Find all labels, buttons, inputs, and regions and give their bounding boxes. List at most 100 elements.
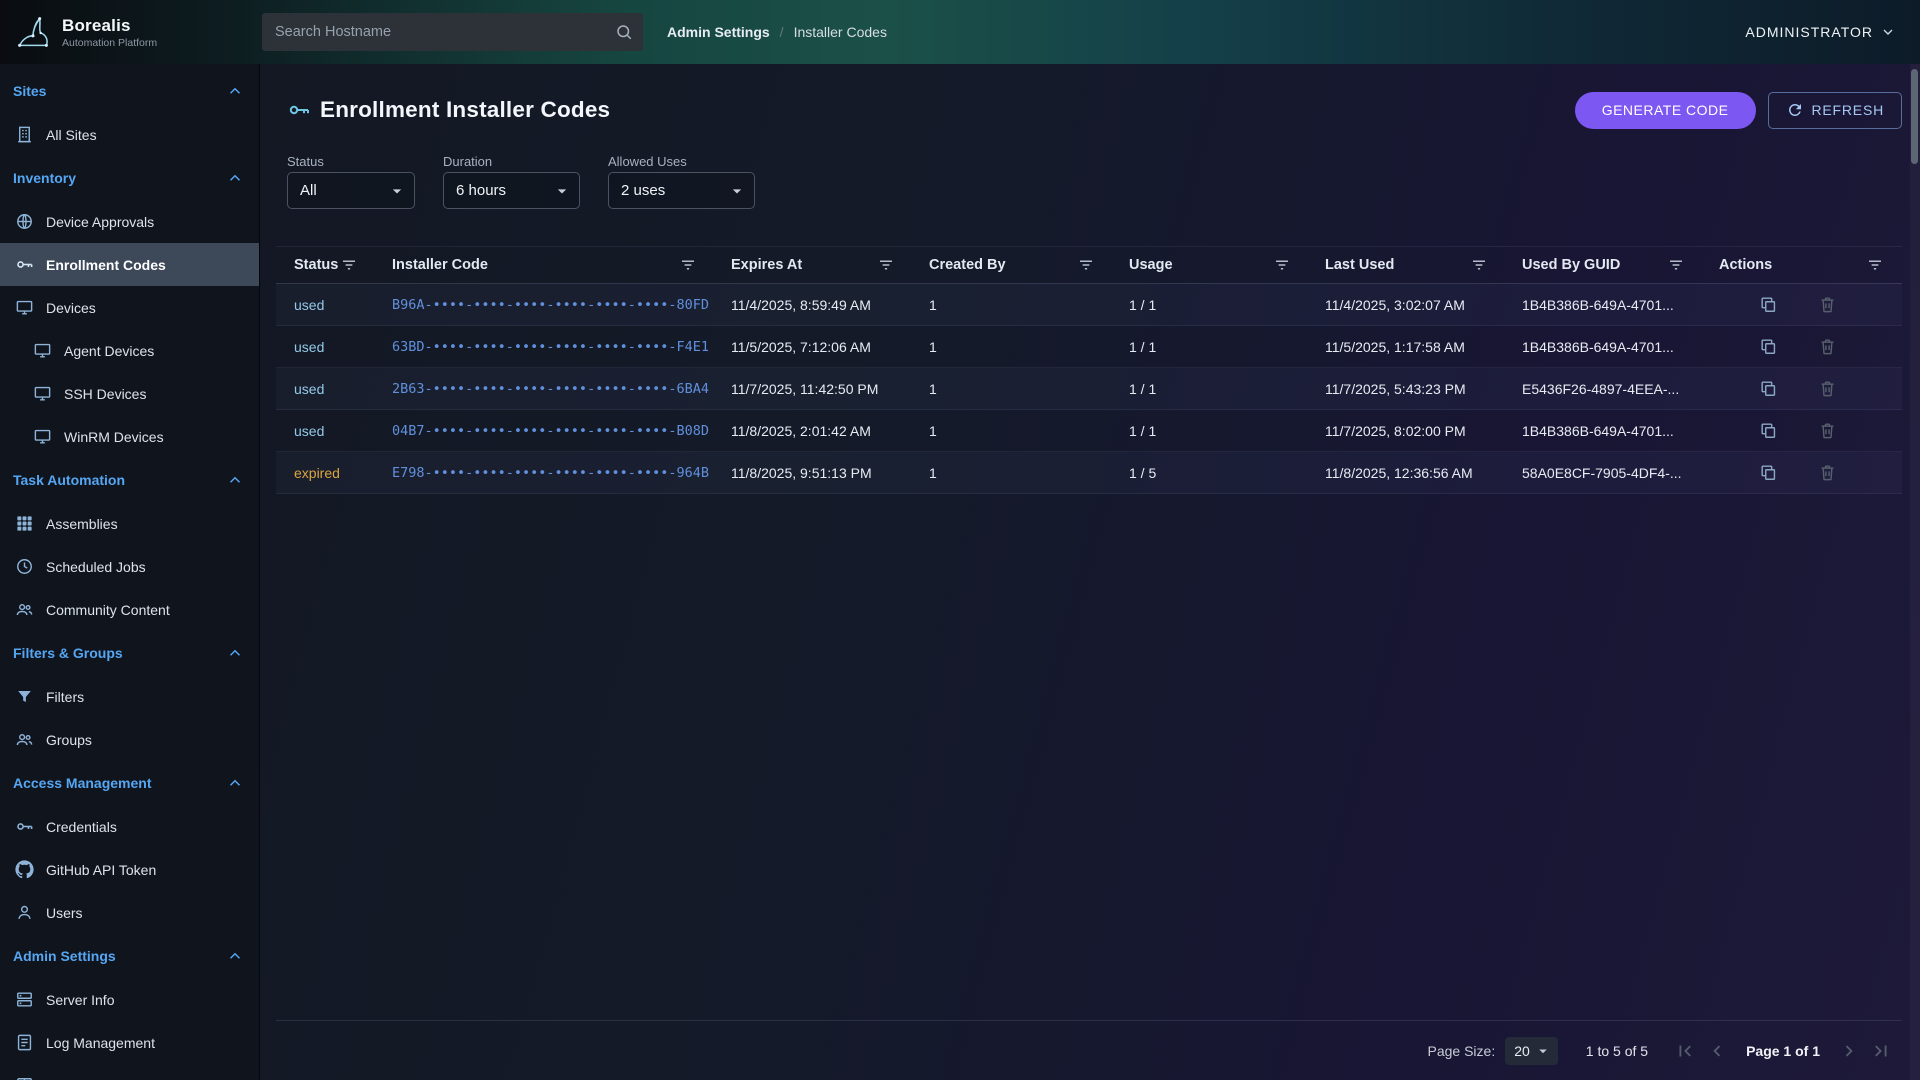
allowed-uses-select[interactable]: 2 uses xyxy=(608,172,755,209)
copy-icon[interactable] xyxy=(1759,463,1778,482)
sidebar-item-page-template[interactable]: Page Template xyxy=(0,1064,259,1080)
caret-down-icon xyxy=(552,181,572,201)
chevron-down-icon xyxy=(1880,24,1896,40)
copy-icon[interactable] xyxy=(1759,421,1778,440)
filter-list-icon[interactable] xyxy=(1667,256,1685,274)
column-label: Usage xyxy=(1129,257,1173,273)
column-last-used: Last Used xyxy=(1325,256,1522,274)
sidebar-item-ssh-devices[interactable]: SSH Devices xyxy=(0,372,259,415)
sidebar-item-server-info[interactable]: Server Info xyxy=(0,978,259,1021)
sidebar-item-community-content[interactable]: Community Content xyxy=(0,588,259,631)
sidebar-section-filters-groups[interactable]: Filters & Groups xyxy=(0,631,259,675)
sidebar-item-devices[interactable]: Devices xyxy=(0,286,259,329)
filter-list-icon[interactable] xyxy=(1866,256,1884,274)
table-pagination: Page Size: 20 1 to 5 of 5 Page 1 of 1 xyxy=(276,1020,1902,1080)
duration-select[interactable]: 6 hours xyxy=(443,172,580,209)
search-input[interactable] xyxy=(275,24,615,40)
sidebar-item-filters[interactable]: Filters xyxy=(0,675,259,718)
sidebar-item-device-approvals[interactable]: Device Approvals xyxy=(0,200,259,243)
actions-cell xyxy=(1719,421,1902,440)
filter-label: Allowed Uses xyxy=(608,154,755,169)
breadcrumb-installer-codes[interactable]: Installer Codes xyxy=(794,24,887,40)
status-cell: used xyxy=(294,423,392,439)
last-used-cell: 11/4/2025, 3:02:07 AM xyxy=(1325,297,1522,313)
refresh-button-label: REFRESH xyxy=(1812,102,1885,118)
sidebar-item-assemblies[interactable]: Assemblies xyxy=(0,502,259,545)
nav-item-label: WinRM Devices xyxy=(64,429,164,445)
filter-list-icon[interactable] xyxy=(877,256,895,274)
brand-tagline: Automation Platform xyxy=(62,37,157,49)
sidebar-section-admin-settings[interactable]: Admin Settings xyxy=(0,934,259,978)
nav-item-label: Log Management xyxy=(46,1035,155,1051)
sidebar-item-all-sites[interactable]: All Sites xyxy=(0,113,259,156)
page-indicator: Page 1 of 1 xyxy=(1746,1043,1820,1059)
status-cell: used xyxy=(294,339,392,355)
chevron-up-icon xyxy=(226,169,244,187)
filter-list-icon[interactable] xyxy=(340,256,358,274)
sidebar-item-groups[interactable]: Groups xyxy=(0,718,259,761)
delete-icon[interactable] xyxy=(1818,379,1837,398)
sidebar-item-agent-devices[interactable]: Agent Devices xyxy=(0,329,259,372)
used-by-guid-cell: 1B4B386B-649A-4701... xyxy=(1522,339,1719,355)
sidebar-section-sites[interactable]: Sites xyxy=(0,69,259,113)
copy-icon[interactable] xyxy=(1759,295,1778,314)
delete-icon[interactable] xyxy=(1818,337,1837,356)
delete-icon[interactable] xyxy=(1818,295,1837,314)
next-page-icon[interactable] xyxy=(1838,1040,1860,1062)
table-header: Status Installer Code Expires At Created… xyxy=(276,246,1902,284)
generate-code-button[interactable]: GENERATE CODE xyxy=(1575,92,1756,129)
sidebar-section-inventory[interactable]: Inventory xyxy=(0,156,259,200)
column-installer-code: Installer Code xyxy=(392,256,731,274)
installer-code-cell: E798-••••-••••-••••-••••-••••-••••-964B xyxy=(392,465,731,481)
breadcrumb-admin-settings[interactable]: Admin Settings xyxy=(667,24,770,40)
copy-icon[interactable] xyxy=(1759,337,1778,356)
sidebar-item-enrollment-codes[interactable]: Enrollment Codes xyxy=(0,243,259,286)
filter-list-icon[interactable] xyxy=(1470,256,1488,274)
usage-cell: 1 / 1 xyxy=(1129,297,1325,313)
nav-item-label: Device Approvals xyxy=(46,214,154,230)
filter-list-icon[interactable] xyxy=(679,256,697,274)
delete-icon[interactable] xyxy=(1818,421,1837,440)
delete-icon[interactable] xyxy=(1818,463,1837,482)
sidebar-item-log-management[interactable]: Log Management xyxy=(0,1021,259,1064)
column-expires-at: Expires At xyxy=(731,256,929,274)
installer-code-cell: 2B63-••••-••••-••••-••••-••••-••••-6BA4 xyxy=(392,381,731,397)
search-box[interactable] xyxy=(262,13,643,51)
filter-value: 6 hours xyxy=(456,182,506,199)
actions-cell xyxy=(1719,463,1902,482)
sidebar-item-winrm-devices[interactable]: WinRM Devices xyxy=(0,415,259,458)
scrollbar-thumb[interactable] xyxy=(1911,69,1918,164)
sidebar-item-credentials[interactable]: Credentials xyxy=(0,805,259,848)
sidebar-item-scheduled-jobs[interactable]: Scheduled Jobs xyxy=(0,545,259,588)
chevron-up-icon xyxy=(226,947,244,965)
caret-down-icon xyxy=(727,181,747,201)
first-page-icon[interactable] xyxy=(1674,1040,1696,1062)
filter-list-icon[interactable] xyxy=(1077,256,1095,274)
sidebar-item-github-api-token[interactable]: GitHub API Token xyxy=(0,848,259,891)
installer-code-cell: B96A-••••-••••-••••-••••-••••-••••-80FD xyxy=(392,297,731,313)
last-page-icon[interactable] xyxy=(1870,1040,1892,1062)
nav-item-label: Assemblies xyxy=(46,516,118,532)
status-cell: used xyxy=(294,297,392,313)
brand: Borealis Automation Platform xyxy=(0,11,260,53)
funnel-icon xyxy=(15,687,34,706)
last-used-cell: 11/8/2025, 12:36:56 AM xyxy=(1325,465,1522,481)
refresh-button[interactable]: REFRESH xyxy=(1768,92,1903,129)
copy-icon[interactable] xyxy=(1759,379,1778,398)
filter-list-icon[interactable] xyxy=(1273,256,1291,274)
table-body: used B96A-••••-••••-••••-••••-••••-••••-… xyxy=(276,284,1902,494)
prev-page-icon[interactable] xyxy=(1706,1040,1728,1062)
page-scrollbar[interactable] xyxy=(1910,64,1920,1080)
usage-cell: 1 / 1 xyxy=(1129,381,1325,397)
sidebar-section-task-automation[interactable]: Task Automation xyxy=(0,458,259,502)
sidebar-section-access-management[interactable]: Access Management xyxy=(0,761,259,805)
sidebar-item-users[interactable]: Users xyxy=(0,891,259,934)
status-select[interactable]: All xyxy=(287,172,415,209)
created-by-cell: 1 xyxy=(929,381,1129,397)
log-icon xyxy=(15,1033,34,1052)
user-menu[interactable]: ADMINISTRATOR xyxy=(1745,24,1896,40)
nav-item-label: Credentials xyxy=(46,819,117,835)
page-size-select[interactable]: 20 xyxy=(1505,1037,1558,1065)
nav-item-label: Scheduled Jobs xyxy=(46,559,146,575)
used-by-guid-cell: 1B4B386B-649A-4701... xyxy=(1522,423,1719,439)
